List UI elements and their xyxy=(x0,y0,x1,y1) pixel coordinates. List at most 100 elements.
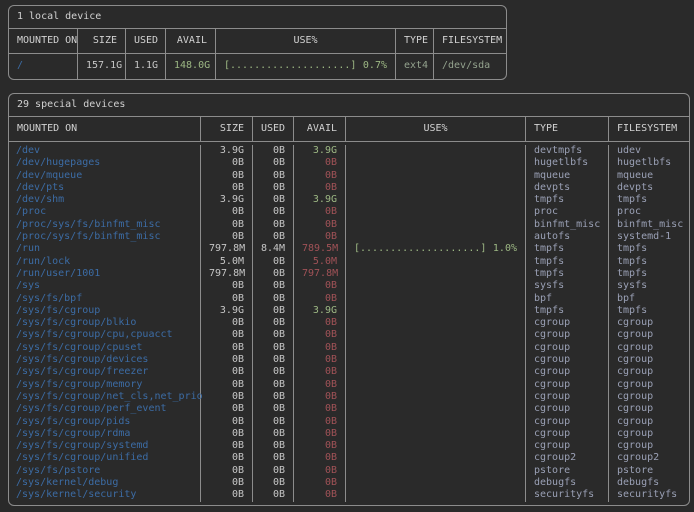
used-value: 0B xyxy=(253,342,294,354)
filesystem-name: systemd-1 xyxy=(609,231,689,243)
avail-value: 0B xyxy=(294,293,346,305)
used-value: 0B xyxy=(253,391,294,403)
table-row: /sys/fs/cgroup/pids0B0B0Bcgroupcgroup xyxy=(9,416,689,428)
fs-type: cgroup xyxy=(526,440,609,452)
avail-value: 0B xyxy=(294,280,346,292)
mount-point: /sys/fs/cgroup/systemd xyxy=(9,440,201,452)
fs-type: cgroup xyxy=(526,317,609,329)
usage-bar xyxy=(346,465,526,477)
fs-type: devtmpfs xyxy=(526,145,609,157)
filesystem-name: devpts xyxy=(609,182,689,194)
size-value: 0B xyxy=(201,440,253,452)
fs-type: securityfs xyxy=(526,489,609,501)
fs-type: tmpfs xyxy=(526,243,609,255)
used-value: 0B xyxy=(253,293,294,305)
avail-value: 0B xyxy=(294,428,346,440)
mount-point: /sys/fs/cgroup/net_cls,net_prio xyxy=(9,391,201,403)
size-value: 3.9G xyxy=(201,194,253,206)
usage-bar xyxy=(346,268,526,280)
table-row: /dev/pts0B0B0Bdevptsdevpts xyxy=(9,182,689,194)
usage-bar xyxy=(346,157,526,169)
table-row: /dev/mqueue0B0B0Bmqueuemqueue xyxy=(9,170,689,182)
column-header: SIZE xyxy=(201,117,253,141)
mount-point: /sys/fs/bpf xyxy=(9,293,201,305)
mount-point: /sys/fs/cgroup/unified xyxy=(9,452,201,464)
table-body: /157.1G1.1G148.0G[....................]0… xyxy=(9,54,506,79)
column-header: USED xyxy=(126,29,166,53)
used-value: 0B xyxy=(253,465,294,477)
avail-value: 0B xyxy=(294,416,346,428)
filesystem-name: cgroup xyxy=(609,366,689,378)
mount-point: /dev/hugepages xyxy=(9,157,201,169)
size-value: 0B xyxy=(201,293,253,305)
table-row: /sys/fs/cgroup/blkio0B0B0Bcgroupcgroup xyxy=(9,317,689,329)
avail-value: 0B xyxy=(294,157,346,169)
filesystem-name: bpf xyxy=(609,293,689,305)
fs-type: ext4 xyxy=(396,54,434,79)
mount-point: /proc/sys/fs/binfmt_misc xyxy=(9,219,201,231)
used-value: 0B xyxy=(253,416,294,428)
column-header: AVAIL xyxy=(166,29,216,53)
table-row: /sys/fs/cgroup/net_cls,net_prio0B0B0Bcgr… xyxy=(9,391,689,403)
usage-percent: 1.0% xyxy=(493,243,517,255)
used-value: 8.4M xyxy=(253,243,294,255)
mount-point: /sys/fs/cgroup/memory xyxy=(9,379,201,391)
used-value: 1.1G xyxy=(126,54,166,79)
filesystem-name: cgroup xyxy=(609,428,689,440)
usage-bar xyxy=(346,145,526,157)
table-row: /sys/fs/cgroup3.9G0B3.9Gtmpfstmpfs xyxy=(9,305,689,317)
filesystem-name: cgroup xyxy=(609,329,689,341)
filesystem-name: proc xyxy=(609,206,689,218)
column-header: MOUNTED ON xyxy=(9,117,201,141)
usage-percent: 0.7% xyxy=(363,59,387,73)
usage-bar: [....................] 0.7% xyxy=(216,54,396,79)
filesystem-name: securityfs xyxy=(609,489,689,501)
table-row: /sys/fs/cgroup/systemd0B0B0Bcgroupcgroup xyxy=(9,440,689,452)
avail-value: 0B xyxy=(294,182,346,194)
filesystem-name: cgroup xyxy=(609,317,689,329)
special-devices-table: 29 special devices MOUNTED ONSIZEUSEDAVA… xyxy=(8,93,690,506)
avail-value: 0B xyxy=(294,354,346,366)
table-row: /sys/fs/cgroup/rdma0B0B0Bcgroupcgroup xyxy=(9,428,689,440)
avail-value: 0B xyxy=(294,391,346,403)
usage-bar xyxy=(346,452,526,464)
used-value: 0B xyxy=(253,379,294,391)
used-value: 0B xyxy=(253,354,294,366)
avail-value: 789.5M xyxy=(294,243,346,255)
avail-value: 5.0M xyxy=(294,256,346,268)
used-value: 0B xyxy=(253,231,294,243)
usage-bar xyxy=(346,206,526,218)
used-value: 0B xyxy=(253,305,294,317)
used-value: 0B xyxy=(253,440,294,452)
usage-bar xyxy=(346,391,526,403)
size-value: 0B xyxy=(201,403,253,415)
used-value: 0B xyxy=(253,317,294,329)
mount-point: /dev/shm xyxy=(9,194,201,206)
mount-point: /sys/fs/cgroup/blkio xyxy=(9,317,201,329)
used-value: 0B xyxy=(253,403,294,415)
column-header: USE% xyxy=(216,29,396,53)
table-row: /proc/sys/fs/binfmt_misc0B0B0Bbinfmt_mis… xyxy=(9,219,689,231)
size-value: 797.8M xyxy=(201,268,253,280)
size-value: 0B xyxy=(201,342,253,354)
filesystem-name: sysfs xyxy=(609,280,689,292)
usage-bar-track: [....................] xyxy=(224,59,356,73)
table-body: /dev3.9G0B3.9Gdevtmpfsudev/dev/hugepages… xyxy=(9,142,689,505)
size-value: 0B xyxy=(201,206,253,218)
column-header: FILESYSTEM xyxy=(609,117,689,141)
filesystem-name: tmpfs xyxy=(609,256,689,268)
filesystem-name: hugetlbfs xyxy=(609,157,689,169)
usage-bar xyxy=(346,342,526,354)
size-value: 0B xyxy=(201,477,253,489)
usage-bar xyxy=(346,489,526,501)
used-value: 0B xyxy=(253,157,294,169)
size-value: 0B xyxy=(201,354,253,366)
filesystem-name: cgroup xyxy=(609,342,689,354)
filesystem-name: cgroup xyxy=(609,440,689,452)
size-value: 0B xyxy=(201,489,253,501)
avail-value: 0B xyxy=(294,489,346,501)
table-row: /157.1G1.1G148.0G[....................]0… xyxy=(9,54,506,79)
fs-type: bpf xyxy=(526,293,609,305)
filesystem-name: cgroup2 xyxy=(609,452,689,464)
avail-value: 0B xyxy=(294,206,346,218)
